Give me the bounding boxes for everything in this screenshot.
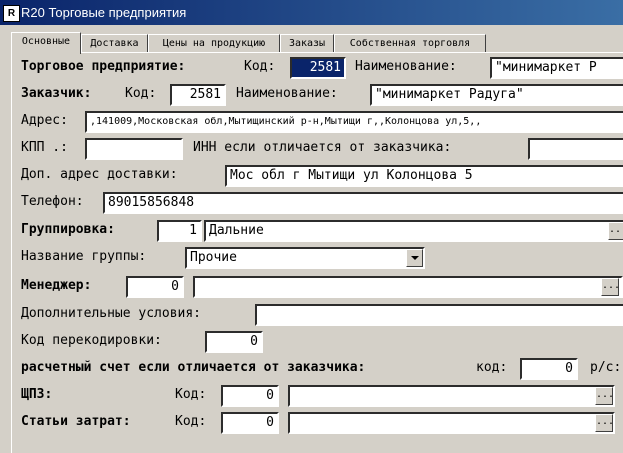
delivery-field[interactable]: Мос обл г Мытищи ул Колонцова 5 — [225, 165, 623, 187]
group-name-label: Название группы: — [21, 249, 147, 264]
title-bar: R R20 Торговые предприятия — [0, 0, 623, 25]
costs-label: Статьи затрат: — [21, 414, 131, 429]
app-icon[interactable]: R — [3, 5, 20, 22]
trade-label: Торговое предприятие: — [21, 59, 186, 74]
recode-label: Код перекодировки: — [21, 333, 162, 348]
kpp-label: КПП .: — [21, 140, 68, 155]
customer-label: Заказчик: — [21, 86, 92, 101]
manager-lookup-button[interactable]: ... — [601, 278, 620, 296]
costs-name-field[interactable] — [288, 412, 615, 434]
trade-code-label: Код: — [244, 59, 276, 74]
trade-code-field[interactable]: 2581 — [290, 57, 346, 79]
kpp-field[interactable] — [85, 138, 183, 160]
address-field[interactable]: ,141009,Московская обл,Мытищинский р-н,М… — [85, 111, 623, 133]
trade-name-field[interactable]: "минимаркет Р — [490, 57, 623, 79]
account-label: расчетный счет если отличается от заказч… — [21, 360, 366, 375]
account-code-label: код: — [476, 360, 508, 375]
costs-lookup-button[interactable]: ... — [595, 414, 614, 432]
phone-field[interactable]: 89015856848 — [103, 192, 623, 214]
tab-dostavka[interactable]: Доставка — [81, 34, 148, 53]
delivery-label: Доп. адрес доставки: — [21, 167, 178, 182]
tab-orders[interactable]: Заказы — [280, 34, 334, 53]
inn-label: ИНН если отличается от заказчика: — [193, 140, 452, 155]
recode-field[interactable]: 0 — [205, 331, 263, 353]
manager-code-field[interactable]: 0 — [126, 276, 184, 298]
tab-own-trade[interactable]: Собственная торговля — [334, 34, 486, 53]
manager-label: Менеджер: — [21, 278, 92, 293]
trade-name-label: Наименование: — [355, 59, 457, 74]
inn-field[interactable] — [528, 138, 623, 160]
customer-name-label: Наименование: — [236, 86, 338, 101]
customer-name-field[interactable]: "минимаркет Радуга" — [370, 84, 623, 106]
grouping-code-field[interactable]: 1 — [157, 220, 202, 242]
cpz-code-label: Код: — [175, 387, 207, 402]
address-label: Адрес: — [21, 113, 68, 128]
window-title: R20 Торговые предприятия — [21, 5, 187, 20]
customer-code-field[interactable]: 2581 — [170, 84, 226, 106]
manager-name-field[interactable] — [193, 276, 623, 298]
cpz-label: ЩПЗ: — [21, 387, 53, 402]
tab-osnovnye[interactable]: Основные — [11, 32, 81, 54]
customer-code-label: Код: — [125, 86, 157, 101]
costs-code-field[interactable]: 0 — [221, 412, 279, 434]
grouping-name-field[interactable]: Дальние — [204, 220, 623, 242]
costs-code-label: Код: — [175, 414, 207, 429]
group-name-select[interactable]: Прочие — [185, 247, 425, 269]
account-rs-label: р/с: — [590, 360, 622, 375]
tab-prices[interactable]: Цены на продукцию — [148, 34, 280, 53]
chevron-down-icon[interactable] — [406, 249, 423, 267]
cpz-code-field[interactable]: 0 — [221, 385, 279, 407]
phone-label: Телефон: — [21, 194, 84, 209]
conditions-field[interactable] — [255, 304, 623, 326]
grouping-label: Группировка: — [21, 222, 115, 237]
grouping-lookup-button[interactable]: ... — [608, 222, 623, 240]
cpz-name-field[interactable] — [288, 385, 615, 407]
account-code-field[interactable]: 0 — [520, 358, 578, 380]
conditions-label: Дополнительные условия: — [21, 306, 202, 321]
cpz-lookup-button[interactable]: ... — [595, 387, 614, 405]
